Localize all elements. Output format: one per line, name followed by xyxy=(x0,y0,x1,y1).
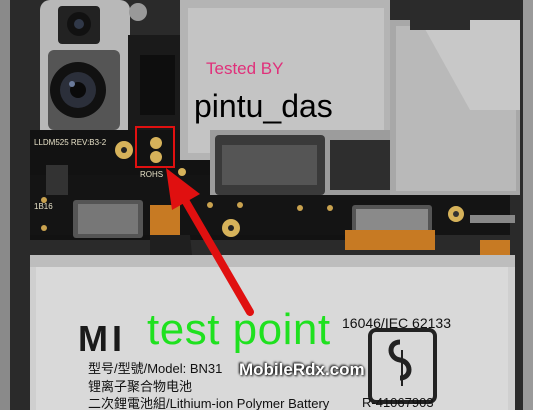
watermark: MobileRdx.com xyxy=(239,360,365,379)
battery-chemistry-cn: 锂离子聚合物电池 xyxy=(88,379,193,394)
battery-brand: MI xyxy=(78,318,126,359)
phone-teardown-photo: LLDM525 REV:B3-2 ROHS 1B16 MI 16046/IEC … xyxy=(0,0,533,410)
test-pad-2 xyxy=(150,151,162,163)
pcb-small-label: 1B16 xyxy=(34,202,53,211)
pcb-board-label: LLDM525 REV:B3-2 xyxy=(34,138,107,147)
battery-cert: R-41067903 xyxy=(362,395,434,410)
flex-cable xyxy=(345,230,435,250)
test-point-label: test point xyxy=(147,305,331,354)
test-pad-1 xyxy=(150,137,162,149)
pcb-rohs-label: ROHS xyxy=(140,170,164,179)
battery-model: 型号/型號/Model: BN31 xyxy=(88,361,223,376)
author-name: pintu_das xyxy=(194,88,333,124)
battery-standard: 16046/IEC 62133 xyxy=(342,315,451,331)
tested-by-label: Tested BY xyxy=(206,59,284,78)
battery-chemistry: 二次鋰電池組/Lithium-ion Polymer Battery xyxy=(88,396,330,410)
